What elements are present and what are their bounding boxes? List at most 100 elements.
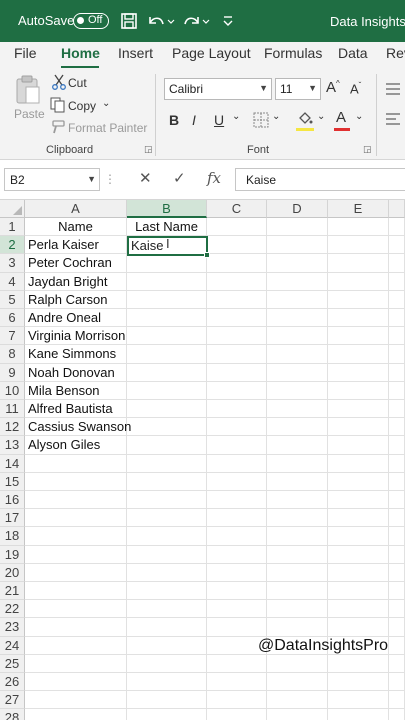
row-header[interactable]: 5 [0, 290, 25, 309]
column-header-d[interactable]: D [267, 200, 328, 218]
grid-cell[interactable] [328, 218, 389, 237]
grid-cell[interactable]: Jaydan Bright [25, 272, 127, 291]
grid-cell[interactable] [207, 381, 267, 400]
grid-cell[interactable] [389, 218, 405, 237]
grid-cell[interactable] [389, 527, 405, 546]
grid-cell[interactable] [207, 472, 267, 491]
column-header-a[interactable]: A [25, 200, 127, 218]
save-icon[interactable] [120, 12, 138, 30]
grid-cell[interactable] [328, 454, 389, 473]
grid-cell[interactable] [207, 345, 267, 364]
grid-cell[interactable] [207, 327, 267, 346]
grid-cell[interactable] [25, 636, 127, 655]
worksheet-grid[interactable]: A B C D E 1 Name Last Name 2 Perla Kaiser 3 Pe… [0, 200, 405, 720]
copy-icon[interactable] [50, 97, 66, 113]
name-box[interactable]: B2 ▼ [4, 168, 100, 191]
tab-review[interactable]: Rev [386, 45, 405, 61]
grid-cell[interactable] [267, 709, 328, 720]
align-top-icon[interactable] [385, 82, 401, 96]
grid-cell[interactable] [389, 381, 405, 400]
grid-cell[interactable] [328, 290, 389, 309]
row-header[interactable]: 25 [0, 654, 25, 673]
column-header-c[interactable]: C [207, 200, 267, 218]
grid-cell[interactable] [127, 418, 207, 437]
underline-dropdown-icon[interactable]: ⌄ [232, 111, 240, 122]
increase-font-size-icon[interactable]: A^ [326, 79, 340, 96]
tab-formulas[interactable]: Formulas [264, 45, 322, 61]
grid-cell[interactable] [328, 709, 389, 720]
grid-cell[interactable] [328, 691, 389, 710]
format-painter-icon[interactable] [50, 119, 66, 135]
grid-cell[interactable] [127, 582, 207, 601]
row-header[interactable]: 6 [0, 309, 25, 328]
grid-cell[interactable] [25, 563, 127, 582]
grid-cell[interactable] [389, 327, 405, 346]
row-header[interactable]: 28 [0, 709, 25, 720]
grid-cell[interactable] [328, 472, 389, 491]
grid-cell[interactable] [25, 509, 127, 528]
bold-button[interactable]: B [169, 112, 179, 128]
grid-cell[interactable]: Alyson Giles [25, 436, 127, 455]
grid-cell[interactable]: Peter Cochran [25, 254, 127, 273]
fill-color-icon[interactable] [296, 110, 314, 128]
grid-cell[interactable] [328, 618, 389, 637]
grid-cell[interactable] [267, 436, 328, 455]
grid-cell[interactable] [389, 691, 405, 710]
copy-dropdown-icon[interactable]: ⌄ [102, 98, 110, 109]
row-header[interactable]: 9 [0, 363, 25, 382]
grid-cell[interactable] [267, 545, 328, 564]
grid-cell[interactable] [267, 472, 328, 491]
grid-cell[interactable] [328, 654, 389, 673]
confirm-entry-icon[interactable]: ✓ [173, 169, 186, 187]
grid-cell[interactable] [328, 563, 389, 582]
insert-function-icon[interactable]: fx [207, 169, 221, 187]
grid-cell[interactable] [389, 582, 405, 601]
font-color-dropdown-icon[interactable]: ⌄ [355, 111, 363, 122]
formula-input[interactable]: Kaise [235, 168, 405, 191]
grid-cell[interactable]: Ralph Carson [25, 290, 127, 309]
grid-cell[interactable] [127, 436, 207, 455]
column-header-f[interactable] [389, 200, 405, 218]
row-header[interactable]: 21 [0, 582, 25, 601]
grid-cell[interactable] [389, 636, 405, 655]
grid-cell[interactable] [127, 709, 207, 720]
tab-home[interactable]: Home [61, 45, 100, 61]
grid-cell[interactable] [207, 290, 267, 309]
tab-file[interactable]: File [14, 45, 37, 61]
redo-icon[interactable] [182, 12, 212, 30]
row-header[interactable]: 17 [0, 509, 25, 528]
grid-cell[interactable] [328, 363, 389, 382]
grid-cell[interactable]: Virginia Morrison [25, 327, 127, 346]
grid-cell[interactable] [127, 636, 207, 655]
grid-cell[interactable] [207, 491, 267, 510]
grid-cell[interactable] [207, 254, 267, 273]
cancel-entry-icon[interactable]: ✕ [139, 169, 152, 187]
grid-cell[interactable] [328, 236, 389, 255]
row-header[interactable]: 7 [0, 327, 25, 346]
grid-cell[interactable]: Last Name [127, 218, 207, 237]
align-left-icon[interactable] [385, 112, 401, 126]
grid-cell[interactable] [25, 582, 127, 601]
grid-cell[interactable] [389, 254, 405, 273]
undo-icon[interactable] [146, 12, 176, 30]
grid-cell[interactable] [127, 509, 207, 528]
grid-cell[interactable] [127, 600, 207, 619]
grid-cell[interactable] [267, 381, 328, 400]
grid-cell[interactable]: Alfred Bautista [25, 400, 127, 419]
grid-cell[interactable] [328, 381, 389, 400]
grid-cell[interactable] [267, 236, 328, 255]
paste-icon[interactable] [14, 74, 42, 106]
grid-cell[interactable] [389, 472, 405, 491]
grid-cell[interactable] [328, 582, 389, 601]
grid-cell[interactable] [127, 691, 207, 710]
grid-cell[interactable] [389, 563, 405, 582]
autosave-toggle[interactable]: Off [73, 13, 109, 29]
row-header[interactable]: 13 [0, 436, 25, 455]
grid-cell[interactable] [389, 600, 405, 619]
grid-cell[interactable] [267, 582, 328, 601]
fill-color-dropdown-icon[interactable]: ⌄ [317, 111, 325, 122]
grid-cell[interactable] [267, 345, 328, 364]
grid-cell[interactable] [328, 327, 389, 346]
grid-cell[interactable] [127, 563, 207, 582]
grid-cell[interactable]: Mila Benson [25, 381, 127, 400]
